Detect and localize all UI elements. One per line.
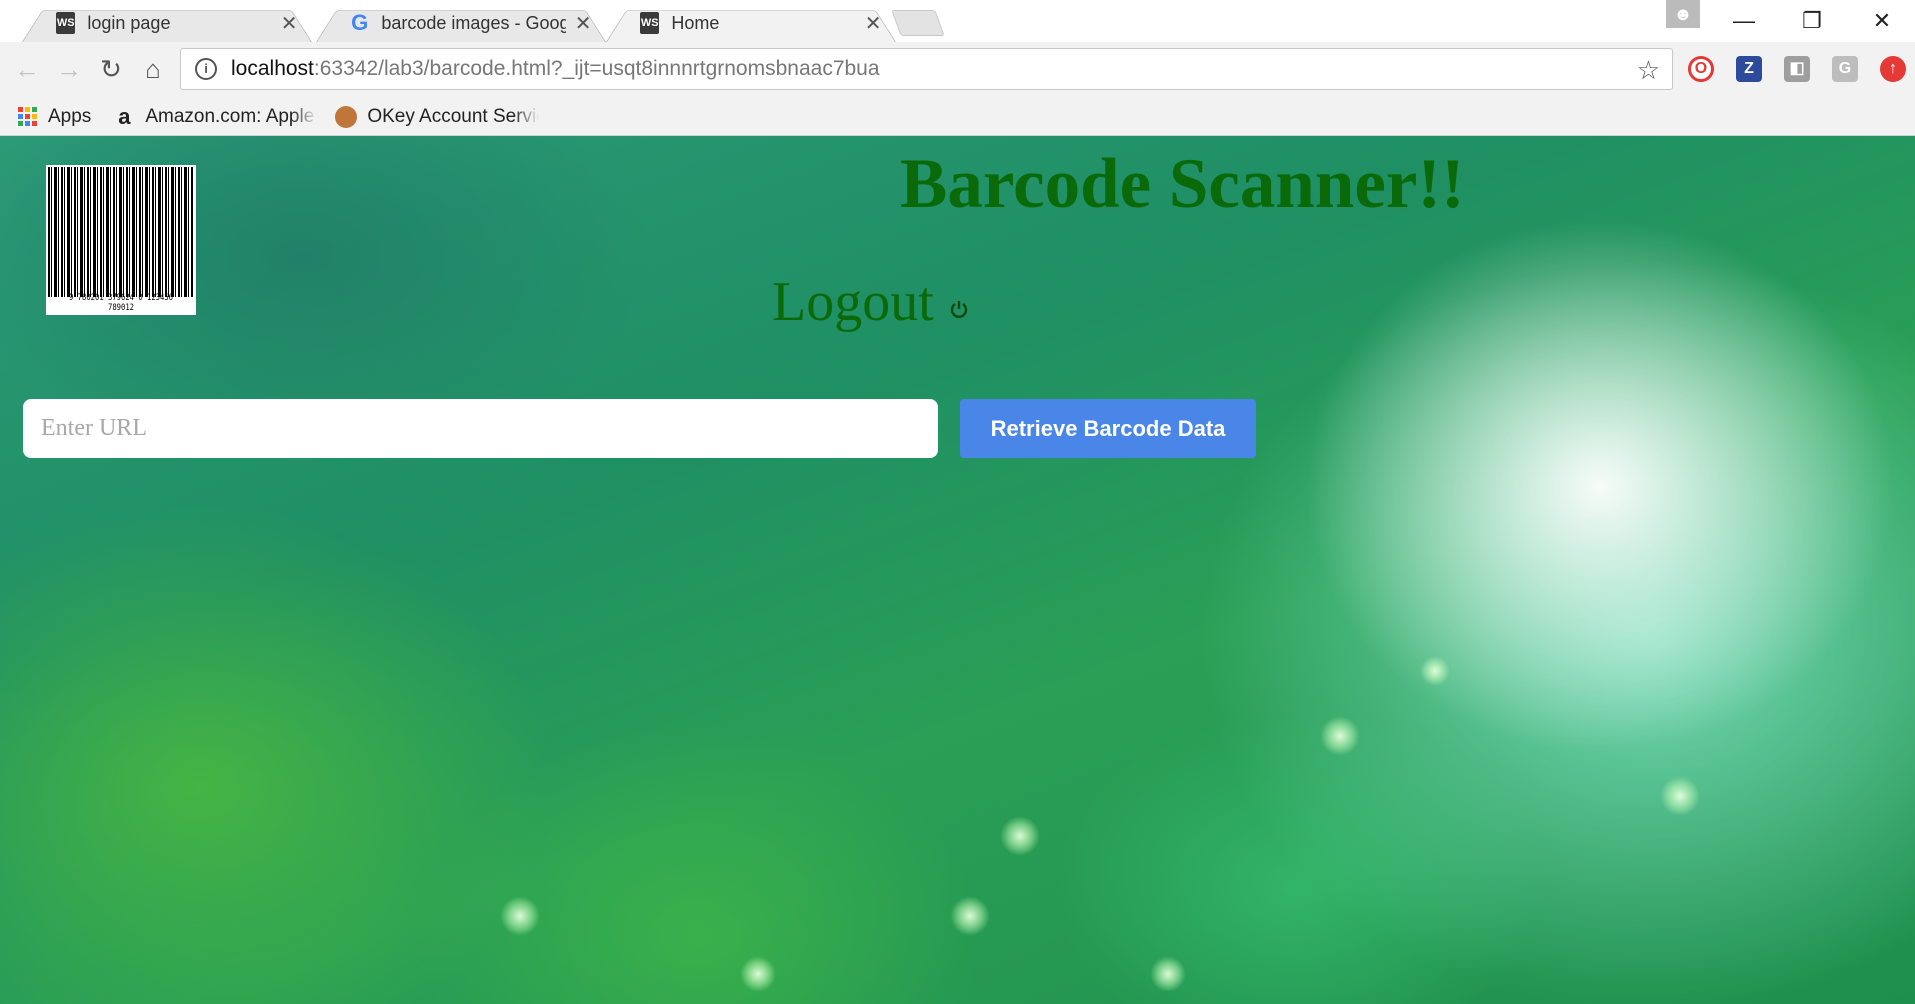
background-sparkle	[950, 896, 990, 936]
background-sparkle	[1000, 816, 1040, 856]
red-upload-icon[interactable]: ↑	[1880, 56, 1906, 82]
opera-icon[interactable]: O	[1688, 56, 1714, 82]
url-text[interactable]: localhost:63342/lab3/barcode.html?_ijt=u…	[231, 57, 880, 81]
bookmarks-bar: Apps a Amazon.com: Apple i OKey Account …	[0, 98, 1915, 136]
bookmark-star-icon[interactable]: ☆	[1637, 55, 1660, 86]
background-sparkle	[1320, 716, 1360, 756]
url-input[interactable]	[23, 399, 938, 458]
grey-extension-icon[interactable]: ◧	[1784, 56, 1810, 82]
minimize-button[interactable]: —	[1714, 2, 1774, 40]
restore-button[interactable]: ❐	[1782, 2, 1842, 40]
browser-toolbar: ← → ↻ ⌂ i localhost:63342/lab3/barcode.h…	[0, 42, 1915, 98]
close-icon[interactable]: ✕	[574, 11, 592, 36]
back-icon[interactable]: ←	[10, 52, 44, 86]
forward-icon[interactable]: →	[52, 52, 86, 86]
page-content: 9 780201 379624 0 123456 789012 Barcode …	[0, 136, 1915, 1004]
info-icon[interactable]: i	[195, 58, 217, 80]
apps-grid-icon	[16, 106, 38, 128]
background-sparkle	[740, 956, 776, 992]
tab-title: Home	[671, 12, 720, 33]
new-tab-button[interactable]	[891, 10, 945, 36]
background-sparkle	[500, 896, 540, 936]
background-sparkle	[1660, 776, 1700, 816]
tab-title: login page	[87, 12, 171, 33]
tab-barcode-images[interactable]: G barcode images - Google ✕	[316, 4, 606, 42]
g-extension-icon[interactable]: G	[1832, 56, 1858, 82]
barcode-logo: 9 780201 379624 0 123456 789012	[46, 165, 196, 315]
bookmark-apps[interactable]: Apps	[16, 106, 91, 128]
page-title: Barcode Scanner!!	[900, 145, 1465, 223]
home-icon[interactable]: ⌂	[136, 52, 170, 86]
google-icon: G	[351, 10, 369, 35]
bookmark-okey[interactable]: OKey Account Service	[335, 105, 540, 128]
bookmark-label: Amazon.com: Apple i	[145, 105, 318, 127]
amazon-icon: a	[118, 103, 131, 129]
tab-login-page[interactable]: WS login page ✕	[22, 4, 312, 42]
barcode-digits: 9 780201 379624 0 123456 789012	[68, 293, 174, 313]
okey-icon	[335, 105, 358, 128]
tab-title: barcode images - Google	[381, 12, 567, 33]
ws-icon: WS	[56, 12, 76, 34]
bookmark-amazon[interactable]: a Amazon.com: Apple i	[113, 103, 318, 129]
bookmark-label: OKey Account Service	[367, 105, 540, 127]
barcode-bars	[48, 167, 194, 297]
background-sparkle	[1420, 656, 1450, 686]
background-sparkle	[1150, 956, 1186, 992]
browser-tab-strip: WS login page ✕ G barcode images - Googl…	[0, 0, 1915, 42]
reload-icon[interactable]: ↻	[94, 52, 128, 86]
power-icon[interactable]	[948, 298, 970, 320]
profile-icon[interactable]: ☻	[1666, 0, 1700, 28]
bookmark-label: Apps	[48, 105, 92, 127]
close-icon[interactable]: ✕	[280, 11, 298, 36]
ws-icon: WS	[640, 12, 660, 34]
address-bar[interactable]: i localhost:63342/lab3/barcode.html?_ijt…	[180, 48, 1673, 90]
retrieve-barcode-data-button[interactable]: Retrieve Barcode Data	[960, 399, 1256, 458]
logout-label: Logout	[772, 271, 934, 333]
logout-link[interactable]: Logout	[772, 270, 970, 334]
close-window-button[interactable]: ✕	[1852, 2, 1912, 40]
close-icon[interactable]: ✕	[864, 11, 882, 36]
z-extension-icon[interactable]: Z	[1736, 56, 1762, 82]
tab-home[interactable]: WS Home ✕	[606, 4, 896, 42]
